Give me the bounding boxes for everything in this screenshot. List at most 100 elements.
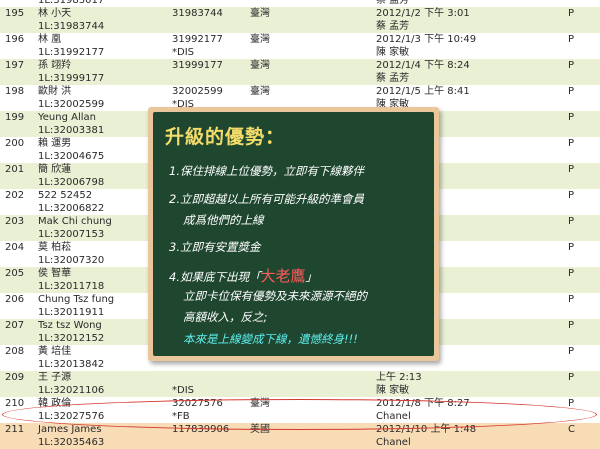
cell-region: 臺灣 (250, 8, 270, 19)
cell-id: 31999177 (172, 60, 223, 71)
cell-num: 196 (5, 34, 25, 45)
cell-date: 2012/1/5 上午 8:41 (376, 86, 470, 97)
cell-region: 臺灣 (250, 86, 270, 97)
cell-status: C (568, 424, 575, 435)
chalkboard-overlay: 升級的優勢： 1.保住排線上位優勢，立即有下線夥伴 2.立即超越以上所有可能升級… (148, 107, 439, 361)
row-stripe (0, 371, 600, 384)
cell-name: 林 凰 (38, 34, 62, 45)
cell-name: 1L:31992177 (38, 47, 105, 58)
board-line-2b: 成爲他們的上線 (183, 213, 264, 227)
board-line-4: 4.如果底下出現「大老鷹」 (169, 265, 317, 286)
cell-name: 1L:32006822 (38, 203, 105, 214)
cell-date: 陳 家敏 (376, 385, 410, 396)
table-row: 1L:31983744 蔡 孟芳 (0, 20, 600, 33)
cell-status: P (568, 190, 575, 201)
cell-name: 1L:32006798 (38, 177, 105, 188)
board-line-6: 高額收入，反之; (183, 310, 268, 324)
cell-date: 蔡 孟芳 (376, 0, 410, 6)
cell-date: Chanel (376, 437, 411, 448)
cell-name: 賴 運男 (38, 138, 72, 149)
board-line-4-pre: 4.如果底下出現「 (169, 270, 261, 284)
cell-name: Mak Chi chung (38, 216, 112, 227)
table-row: 1L:31983017 蔡 孟芳 (0, 0, 600, 7)
table-row: 197 孫 翊羚 31999177 臺灣 2012/1/4 下午 8:24 P (0, 59, 600, 72)
board-line-1: 1.保住排線上位優勢，立即有下線夥伴 (169, 164, 364, 178)
cell-name: 1L:32013842 (38, 359, 105, 370)
cell-name: Chung Tsz fung (38, 294, 115, 305)
cell-name: 1L:31999177 (38, 73, 105, 84)
cell-status: P (568, 112, 575, 123)
cell-name: 王 子源 (38, 372, 72, 383)
cell-status: P (568, 60, 575, 71)
cell-name: 1L:32011718 (38, 281, 105, 292)
cell-num: 202 (5, 190, 25, 201)
table-row: 198 歐財 洪 32002599 臺灣 2012/1/5 上午 8:41 P (0, 85, 600, 98)
cell-num: 209 (5, 372, 25, 383)
board-line-5: 立即卡位保有優勢及未來源源不絕的 (183, 289, 367, 303)
cell-name: 1L:31983744 (38, 21, 105, 32)
cell-date: 2012/1/3 下午 10:49 (376, 34, 477, 45)
cell-name: 1L:32003381 (38, 125, 105, 136)
board-line-3: 3.立即有安置獎金 (169, 240, 261, 254)
cell-num: 197 (5, 60, 25, 71)
cell-status: P (568, 294, 575, 305)
chalkboard-surface: 升級的優勢： 1.保住排線上位優勢，立即有下線夥伴 2.立即超越以上所有可能升級… (153, 112, 434, 356)
cell-status: P (568, 268, 575, 279)
cell-name: Tsz tsz Wong (38, 320, 102, 331)
cell-status: P (568, 216, 575, 227)
cell-name: 522 52452 (38, 190, 93, 201)
cell-id: *DIS (172, 47, 194, 58)
table-row: 209 王 子源 上午 2:13 P (0, 371, 600, 384)
cell-name: 黃 培佳 (38, 346, 72, 357)
table-row: 1L:32035463 Chanel (0, 436, 600, 449)
cell-status: P (568, 242, 575, 253)
cell-id: *DIS (172, 385, 194, 396)
cell-name: 孫 翊羚 (38, 60, 72, 71)
cell-region: 臺灣 (250, 60, 270, 71)
cell-date: 上午 2:13 (376, 372, 422, 383)
cell-date: 蔡 孟芳 (376, 21, 410, 32)
cell-status: P (568, 320, 575, 331)
cell-id: 32002599 (172, 86, 223, 97)
cell-name: 1L:31983017 (38, 0, 105, 6)
cell-num: 198 (5, 86, 25, 97)
cell-status: P (568, 164, 575, 175)
cell-name: 簡 欣蓮 (38, 164, 72, 175)
cell-name: 1L:32011911 (38, 307, 105, 318)
table-row: 1L:32021106 *DIS 陳 家敏 (0, 384, 600, 397)
cell-region: 臺灣 (250, 34, 270, 45)
highlight-oval (2, 399, 597, 430)
row-stripe (0, 7, 600, 20)
cell-name: 歐財 洪 (38, 86, 72, 97)
cell-date: 2012/1/2 下午 3:01 (376, 8, 470, 19)
cell-date: 2012/1/4 下午 8:24 (376, 60, 470, 71)
cell-num: 201 (5, 164, 25, 175)
cell-num: 195 (5, 8, 25, 19)
cell-status: P (568, 8, 575, 19)
cell-num: 208 (5, 346, 25, 357)
cell-num: 199 (5, 112, 25, 123)
cell-num: 206 (5, 294, 25, 305)
table-row: 1L:31999177 蔡 孟芳 (0, 72, 600, 85)
cell-num: 207 (5, 320, 25, 331)
row-stripe (0, 59, 600, 72)
table-row: 1L:31992177 *DIS 陳 家敏 (0, 46, 600, 59)
cell-name: 1L:32004675 (38, 151, 105, 162)
cell-num: 205 (5, 268, 25, 279)
board-line-4-highlight: 大老鷹 (260, 267, 306, 285)
cell-name: 莫 柏菘 (38, 242, 72, 253)
board-line-7: 本來是上線變成下線，遺憾終身!!! (183, 332, 358, 346)
table-row: 195 林 小天 31983744 臺灣 2012/1/2 下午 3:01 P (0, 7, 600, 20)
cell-status: P (568, 138, 575, 149)
cell-status: P (568, 34, 575, 45)
cell-id: 31983744 (172, 8, 223, 19)
cell-name: 1L:32007320 (38, 255, 105, 266)
cell-num: 204 (5, 242, 25, 253)
cell-status: P (568, 346, 575, 357)
cell-status: P (568, 372, 575, 383)
cell-name: 1L:32002599 (38, 99, 105, 110)
board-line-2a: 2.立即超越以上所有可能升級的準會員 (169, 192, 364, 206)
cell-num: 211 (5, 424, 25, 435)
cell-id: 31992177 (172, 34, 223, 45)
board-title: 升級的優勢： (165, 126, 286, 148)
